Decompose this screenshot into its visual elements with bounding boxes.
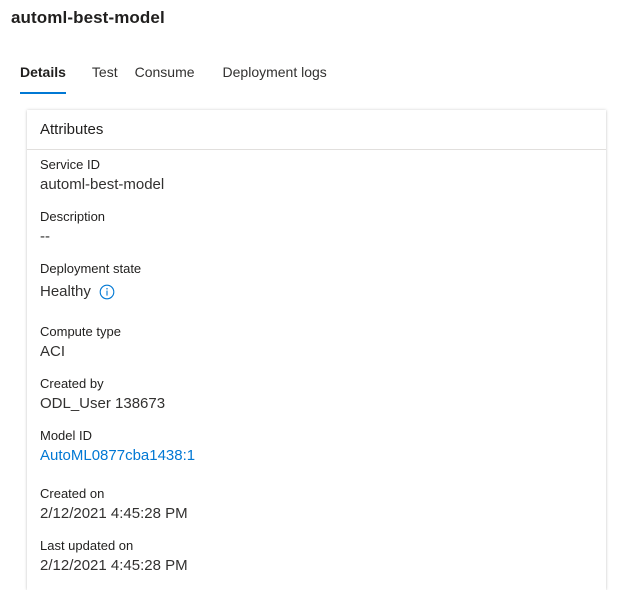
attributes-header: Attributes (27, 110, 606, 150)
last-updated-on-label: Last updated on (40, 538, 134, 553)
model-id-link[interactable]: AutoML0877cba1438:1 (40, 446, 195, 466)
created-by-value: ODL_User 138673 (40, 395, 166, 412)
tab-details[interactable]: Details (20, 62, 66, 94)
model-id-label: Model ID (40, 428, 93, 443)
service-id-field: Service ID automl-best-model (40, 156, 164, 195)
deployment-state-field: Deployment state Healthy (40, 260, 141, 302)
tab-deployment-logs[interactable]: Deployment logs (223, 62, 327, 94)
created-on-field: Created on 2/12/2021 4:45:28 PM (40, 485, 188, 524)
compute-type-field: Compute type ACI (40, 323, 121, 362)
page-title: automl-best-model (11, 8, 165, 27)
deployment-state-label: Deployment state (40, 261, 142, 276)
attributes-card: Attributes Service ID automl-best-model … (27, 110, 606, 590)
last-updated-on-field: Last updated on 2/12/2021 4:45:28 PM (40, 537, 188, 576)
info-icon[interactable] (99, 284, 115, 300)
compute-type-label: Compute type (40, 324, 121, 339)
last-updated-on-value: 2/12/2021 4:45:28 PM (40, 557, 188, 574)
created-by-field: Created by ODL_User 138673 (40, 375, 165, 414)
service-id-value: automl-best-model (40, 176, 165, 193)
tab-test[interactable]: Test (92, 62, 118, 94)
created-by-label: Created by (40, 376, 104, 391)
created-on-label: Created on (40, 486, 105, 501)
service-id-label: Service ID (40, 157, 100, 172)
created-on-value: 2/12/2021 4:45:28 PM (40, 505, 188, 522)
tab-bar: Details Test Consume Deployment logs (20, 62, 351, 94)
description-field: Description -- (40, 208, 105, 247)
deployment-state-row: Healthy (40, 282, 141, 302)
tab-consume[interactable]: Consume (135, 62, 195, 94)
description-label: Description (40, 209, 106, 224)
compute-type-value: ACI (40, 343, 66, 360)
model-id-field: Model ID AutoML0877cba1438:1 (40, 427, 195, 466)
deployment-state-value: Healthy (40, 283, 91, 300)
description-value: -- (40, 228, 50, 245)
